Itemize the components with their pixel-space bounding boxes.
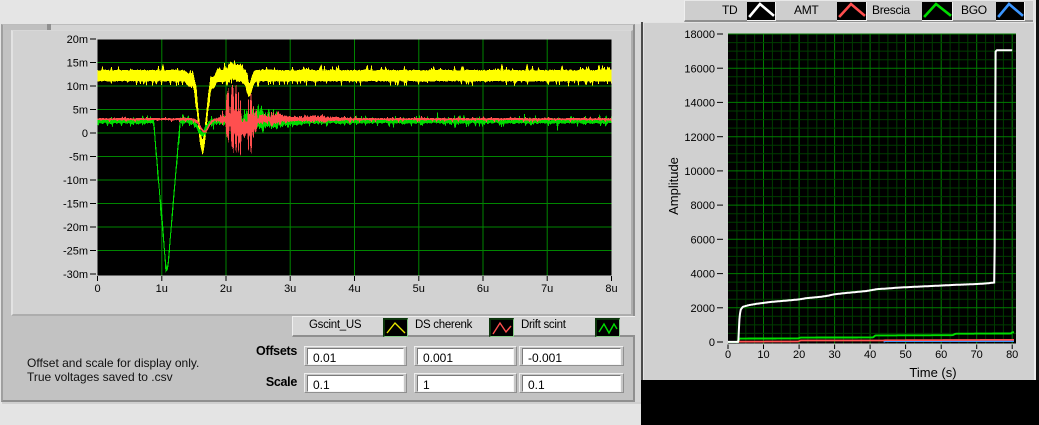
svg-text:20: 20 [793, 349, 805, 361]
svg-text:10: 10 [757, 349, 769, 361]
svg-text:60: 60 [935, 349, 947, 361]
svg-text:16000: 16000 [684, 63, 715, 75]
svg-text:6000: 6000 [691, 234, 715, 246]
svg-text:18000: 18000 [684, 29, 715, 41]
svg-text:2000: 2000 [691, 303, 715, 315]
svg-text:50: 50 [899, 349, 911, 361]
svg-text:0: 0 [709, 337, 715, 349]
svg-text:80: 80 [1006, 349, 1018, 361]
svg-text:10000: 10000 [684, 166, 715, 178]
svg-text:Time (s): Time (s) [909, 365, 956, 380]
svg-text:70: 70 [971, 349, 983, 361]
svg-text:Amplitude: Amplitude [666, 157, 681, 215]
svg-text:8000: 8000 [691, 200, 715, 212]
svg-text:40: 40 [864, 349, 876, 361]
svg-text:4000: 4000 [691, 269, 715, 281]
svg-text:12000: 12000 [684, 132, 715, 144]
svg-text:14000: 14000 [684, 98, 715, 110]
svg-text:0: 0 [725, 349, 731, 361]
svg-text:30: 30 [828, 349, 840, 361]
